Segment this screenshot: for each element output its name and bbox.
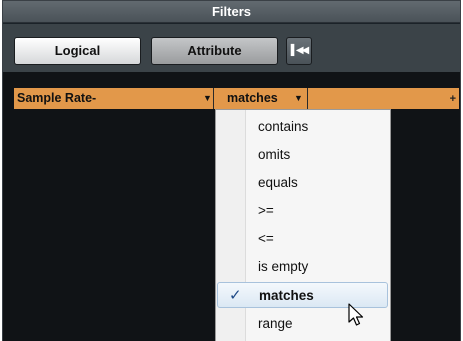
attribute-button[interactable]: Attribute: [151, 37, 278, 65]
filter-condition-row[interactable]: Sample Rate- ▼ matches ▼ +: [14, 88, 459, 109]
plus-icon[interactable]: +: [450, 92, 456, 106]
menu-item-equals[interactable]: equals: [216, 170, 390, 196]
toolbar: Logical Attribute ▌◀◀: [3, 24, 460, 72]
chevron-down-icon[interactable]: ▼: [294, 88, 303, 109]
column-divider: [213, 88, 214, 109]
menu-item-less-equal[interactable]: <=: [216, 226, 390, 252]
menu-item-omits[interactable]: omits: [216, 142, 390, 168]
condition-field[interactable]: matches: [227, 88, 278, 109]
menu-item-contains[interactable]: contains: [216, 114, 390, 140]
menu-item-greater-equal[interactable]: >=: [216, 198, 390, 224]
skip-to-start-icon: ▌◀◀: [290, 45, 310, 56]
chevron-down-icon[interactable]: ▼: [203, 88, 212, 109]
checkmark-icon: ✓: [229, 287, 242, 304]
menu-item-is-empty[interactable]: is empty: [216, 254, 390, 280]
mouse-pointer-icon: [348, 303, 364, 326]
parameter-field[interactable]: Sample Rate-: [17, 88, 96, 109]
skip-to-start-button[interactable]: ▌◀◀: [286, 37, 312, 65]
column-divider: [307, 88, 308, 109]
panel-title: Filters: [3, 1, 460, 23]
logical-button[interactable]: Logical: [14, 37, 141, 65]
